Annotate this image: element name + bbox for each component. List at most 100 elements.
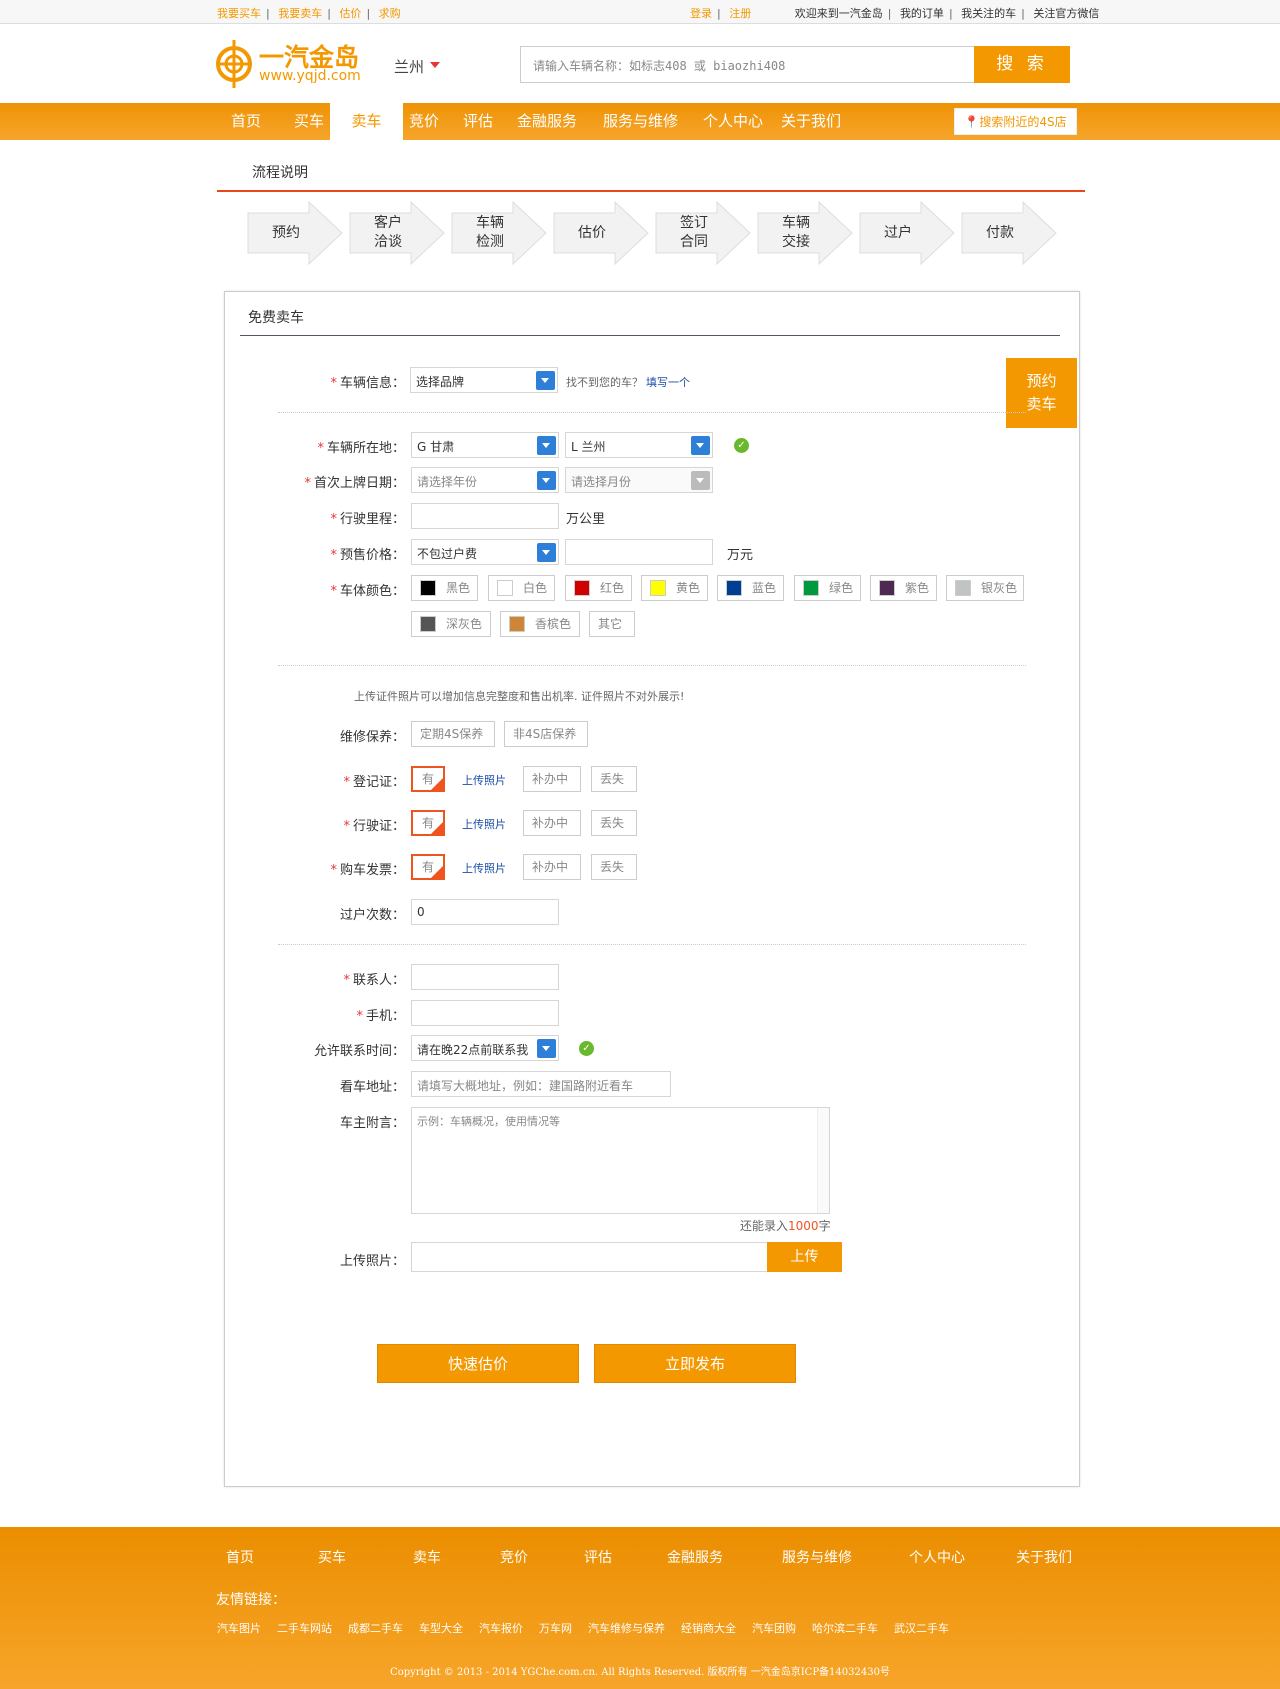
reserve-sell-button[interactable]: 预约 卖车: [1006, 358, 1077, 428]
footer-nav-item[interactable]: 个人中心: [909, 1547, 965, 1567]
nav-finance[interactable]: 金融服务: [517, 103, 577, 140]
friend-link[interactable]: 汽车团购: [752, 1622, 796, 1635]
color-option[interactable]: 蓝色: [717, 575, 784, 601]
province-select[interactable]: G 甘肃: [411, 432, 559, 458]
link-estimate[interactable]: 估价: [339, 7, 361, 20]
color-label: * 车体颜色：: [330, 580, 405, 599]
footer-nav-item[interactable]: 买车: [318, 1547, 346, 1567]
friend-link[interactable]: 汽车图片: [217, 1622, 261, 1635]
doc-pending-option[interactable]: 补办中: [523, 854, 581, 880]
my-orders-link[interactable]: 我的订单: [900, 7, 944, 20]
doc-pending-option[interactable]: 补办中: [523, 766, 581, 792]
login-link[interactable]: 登录: [690, 7, 712, 20]
search-input[interactable]: 请输入车辆名称：如标志408 或 biaozhi408: [520, 46, 975, 83]
divider: [217, 190, 1085, 192]
friend-link[interactable]: 万车网: [539, 1622, 572, 1635]
required-mark: *: [330, 512, 337, 527]
city-selector[interactable]: 兰州: [394, 56, 441, 77]
upload-file-field[interactable]: [411, 1242, 768, 1272]
friend-link[interactable]: 经销商大全: [681, 1622, 736, 1635]
search-button[interactable]: 搜 索: [974, 46, 1070, 83]
footer-nav-item[interactable]: 服务与维修: [782, 1547, 852, 1567]
color-option[interactable]: 红色: [565, 575, 632, 601]
color-option[interactable]: 紫色: [870, 575, 937, 601]
address-input[interactable]: 请填写大概地址，例如：建国路附近看车: [411, 1071, 671, 1097]
mileage-label: * 行驶里程：: [330, 508, 405, 527]
contact-input[interactable]: [411, 964, 559, 990]
color-option[interactable]: 绿色: [794, 575, 861, 601]
color-option[interactable]: 黑色: [411, 575, 478, 601]
link-buy-car[interactable]: 我要买车: [217, 7, 261, 20]
phone-input[interactable]: [411, 1000, 559, 1026]
nav-home[interactable]: 首页: [231, 103, 261, 140]
upload-photo-link[interactable]: 上传照片: [462, 860, 506, 876]
select-value: G 甘肃: [417, 440, 455, 454]
footer-nav-item[interactable]: 卖车: [413, 1547, 441, 1567]
upload-button[interactable]: 上传: [767, 1242, 842, 1272]
nav-about[interactable]: 关于我们: [781, 103, 841, 140]
nav-personal[interactable]: 个人中心: [703, 103, 763, 140]
friend-link[interactable]: 汽车报价: [479, 1622, 523, 1635]
transfer-fee-select[interactable]: 不包过户费: [411, 539, 559, 565]
color-option[interactable]: 香槟色: [500, 611, 580, 637]
upload-photo-link[interactable]: 上传照片: [462, 772, 506, 788]
doc-has-option[interactable]: 有: [411, 766, 445, 792]
doc-has-option[interactable]: 有: [411, 854, 445, 880]
footer-nav-item[interactable]: 金融服务: [667, 1547, 723, 1567]
doc-lost-option[interactable]: 丢失: [591, 810, 637, 836]
publish-button[interactable]: 立即发布: [594, 1344, 796, 1383]
contact-time-select[interactable]: 请在晚22点前联系我: [411, 1035, 559, 1061]
friend-link[interactable]: 武汉二手车: [894, 1622, 949, 1635]
friend-link[interactable]: 汽车维修与保养: [588, 1622, 665, 1635]
footer-nav-item[interactable]: 竞价: [500, 1547, 528, 1567]
message-textarea[interactable]: 示例：车辆概况，使用情况等: [411, 1107, 830, 1214]
transfers-input[interactable]: 0: [411, 899, 559, 925]
site-logo[interactable]: 一汽金岛 www.yqjd.com: [215, 38, 375, 90]
my-followed-cars-link[interactable]: 我关注的车: [961, 7, 1016, 20]
scrollbar[interactable]: [817, 1108, 829, 1213]
register-link[interactable]: 注册: [729, 7, 751, 20]
friend-link[interactable]: 成都二手车: [348, 1622, 403, 1635]
nav-sell[interactable]: 卖车: [330, 103, 403, 140]
nearby-4s-button[interactable]: 📍搜索附近的4S店: [954, 108, 1077, 135]
divider: [240, 335, 1060, 336]
doc-lost-option[interactable]: 丢失: [591, 854, 637, 880]
nav-evaluate[interactable]: 评估: [463, 103, 493, 140]
friend-link[interactable]: 车型大全: [419, 1622, 463, 1635]
link-wanted[interactable]: 求购: [379, 7, 401, 20]
color-option[interactable]: 黄色: [641, 575, 708, 601]
footer-nav-item[interactable]: 评估: [584, 1547, 612, 1567]
nav-buy[interactable]: 买车: [294, 103, 324, 140]
link-sell-car[interactable]: 我要卖车: [278, 7, 322, 20]
label-text: 行驶证：: [352, 819, 405, 834]
nav-bidding[interactable]: 竞价: [409, 103, 439, 140]
reg-year-select[interactable]: 请选择年份: [411, 467, 559, 493]
footer-nav-item[interactable]: 首页: [226, 1547, 254, 1567]
footer-nav-item[interactable]: 关于我们: [1016, 1547, 1072, 1567]
color-option[interactable]: 白色: [488, 575, 555, 601]
reg-date-label: * 首次上牌日期：: [304, 472, 405, 491]
brand-select[interactable]: 选择品牌: [410, 367, 558, 393]
separator: |: [327, 7, 331, 20]
reg-month-select[interactable]: 请选择月份: [565, 467, 713, 493]
vehicle-info-label: * 车辆信息：: [330, 372, 405, 391]
doc-pending-option[interactable]: 补办中: [523, 810, 581, 836]
maintenance-4s-option[interactable]: 定期4S保养: [411, 721, 495, 747]
mileage-input[interactable]: [411, 503, 559, 529]
wechat-link[interactable]: 关注官方微信: [1033, 7, 1099, 20]
color-option[interactable]: 其它: [589, 611, 635, 637]
select-value: L 兰州: [571, 440, 606, 454]
friend-link[interactable]: 二手车网站: [277, 1622, 332, 1635]
nav-service[interactable]: 服务与维修: [603, 103, 678, 140]
color-option[interactable]: 银灰色: [946, 575, 1024, 601]
quick-estimate-button[interactable]: 快速估价: [377, 1344, 579, 1383]
fill-in-link[interactable]: 填写一个: [646, 374, 690, 390]
doc-has-option[interactable]: 有: [411, 810, 445, 836]
city-select[interactable]: L 兰州: [565, 432, 713, 458]
price-input[interactable]: [565, 539, 713, 565]
color-option[interactable]: 深灰色: [411, 611, 491, 637]
maintenance-non4s-option[interactable]: 非4S店保养: [504, 721, 588, 747]
doc-lost-option[interactable]: 丢失: [591, 766, 637, 792]
upload-photo-link[interactable]: 上传照片: [462, 816, 506, 832]
friend-link[interactable]: 哈尔滨二手车: [812, 1622, 878, 1635]
